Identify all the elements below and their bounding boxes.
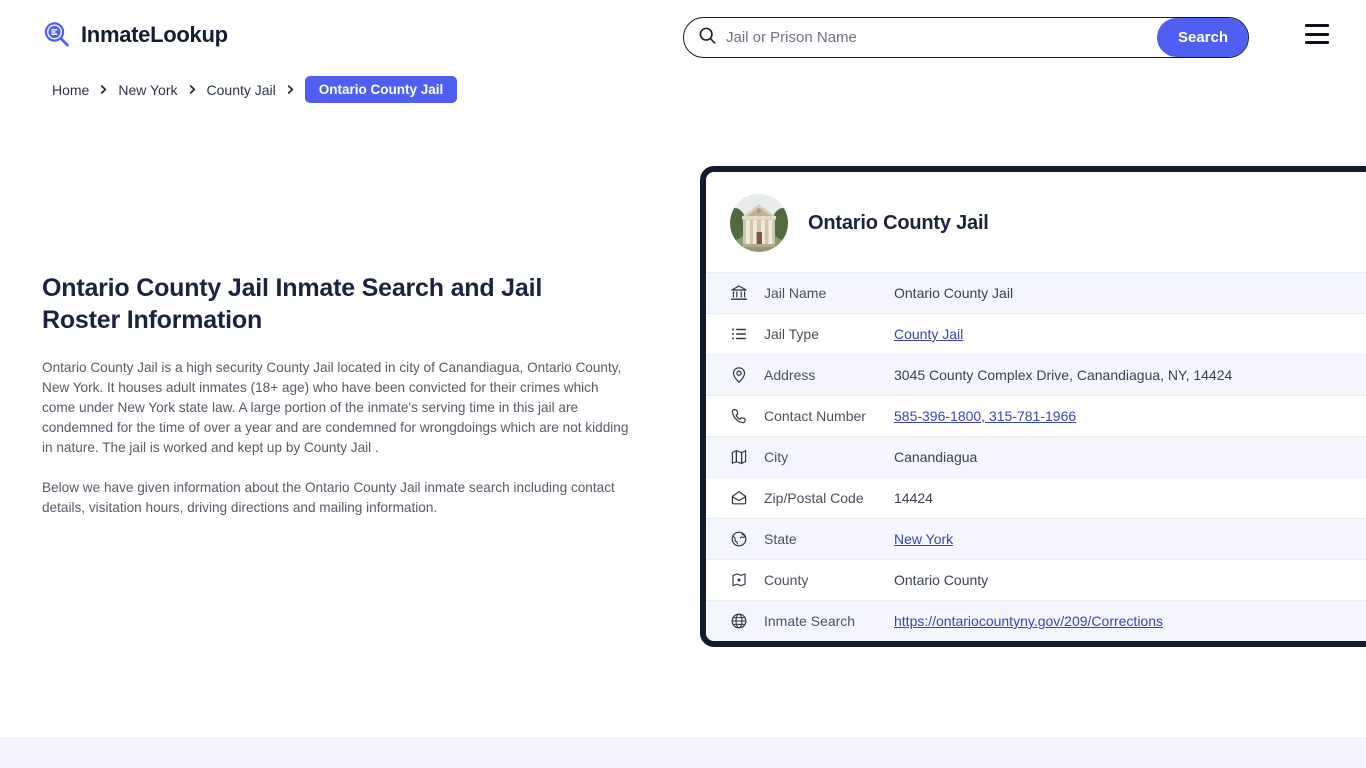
site-header: InmateLookup Search xyxy=(0,0,1366,72)
row-label: Jail Type xyxy=(764,326,819,342)
article-paragraph-1: Ontario County Jail is a high security C… xyxy=(42,360,629,455)
menu-bar-2 xyxy=(1305,32,1329,36)
row-value: County Jail xyxy=(894,326,1366,342)
row-label: State xyxy=(764,531,797,547)
row-value: New York xyxy=(894,531,1366,547)
jail-info-card-header: Ontario County Jail xyxy=(706,172,1366,272)
table-row: Zip/Postal Code 14424 xyxy=(706,477,1366,518)
row-label: County xyxy=(764,572,809,588)
contact-number-link[interactable]: 585-396-1800, 315-781-1966 xyxy=(894,408,1076,424)
globe-state-icon xyxy=(730,530,748,548)
row-value: https://ontariocountyny.gov/209/Correcti… xyxy=(894,613,1366,629)
jail-info-card: Ontario County Jail Jail Name Ontario Co… xyxy=(700,166,1366,647)
breadcrumb-item-new-york[interactable]: New York xyxy=(118,82,177,98)
magnifier-list-icon xyxy=(42,20,72,50)
row-value: Canandiagua xyxy=(894,449,978,465)
globe-icon xyxy=(730,612,748,630)
jail-type-link[interactable]: County Jail xyxy=(894,326,963,342)
breadcrumb: Home New York County Jail Ontario County… xyxy=(52,76,458,103)
row-value: 3045 County Complex Drive, Canandiagua, … xyxy=(894,367,1233,383)
table-row: Contact Number 585-396-1800, 315-781-196… xyxy=(706,395,1366,436)
list-icon xyxy=(730,325,748,343)
brand-logo[interactable]: InmateLookup xyxy=(42,20,228,50)
chevron-right-icon xyxy=(187,82,198,98)
search-button[interactable]: Search xyxy=(1157,18,1248,57)
row-label: Inmate Search xyxy=(764,613,856,629)
menu-bar-3 xyxy=(1305,41,1329,44)
table-row: City Canandiagua xyxy=(706,436,1366,477)
table-row: Jail Name Ontario County Jail xyxy=(706,272,1366,313)
chevron-right-icon xyxy=(98,82,109,98)
state-link[interactable]: New York xyxy=(894,531,953,547)
breadcrumb-item-home[interactable]: Home xyxy=(52,82,89,98)
row-label: Contact Number xyxy=(764,408,866,424)
map-icon xyxy=(730,448,748,466)
county-map-icon xyxy=(730,571,748,589)
jail-card-title: Ontario County Jail xyxy=(808,211,989,234)
hamburger-menu-icon[interactable] xyxy=(1305,24,1329,44)
phone-icon xyxy=(730,407,748,425)
article-column: Ontario County Jail Inmate Search and Ja… xyxy=(42,272,634,518)
article-paragraph-2: Below we have given information about th… xyxy=(42,480,615,515)
chevron-right-icon xyxy=(285,82,296,98)
row-label: Zip/Postal Code xyxy=(764,490,864,506)
table-row: Inmate Search https://ontariocountyny.go… xyxy=(706,600,1366,641)
footer-band xyxy=(0,737,1366,768)
envelope-icon xyxy=(730,489,748,507)
table-row: Address 3045 County Complex Drive, Canan… xyxy=(706,354,1366,395)
table-row: County Ontario County xyxy=(706,559,1366,600)
avatar xyxy=(730,194,788,252)
inmate-search-link[interactable]: https://ontariocountyny.gov/209/Correcti… xyxy=(894,613,1163,629)
breadcrumb-item-county-jail[interactable]: County Jail xyxy=(207,82,276,98)
search-icon xyxy=(698,26,717,50)
breadcrumb-current-page: Ontario County Jail xyxy=(304,76,458,103)
table-row: Jail Type County Jail xyxy=(706,313,1366,354)
bank-icon xyxy=(730,284,748,302)
page-root: InmateLookup Search Home New York xyxy=(0,0,1366,768)
table-row: State New York xyxy=(706,518,1366,559)
row-value: 585-396-1800, 315-781-1966 xyxy=(894,408,1366,424)
row-label: Address xyxy=(764,367,816,383)
brand-name: InmateLookup xyxy=(81,22,228,47)
row-value: Ontario County xyxy=(894,572,989,588)
map-pin-icon xyxy=(730,366,748,384)
row-value: 14424 xyxy=(894,490,933,506)
page-title: Ontario County Jail Inmate Search and Ja… xyxy=(42,274,543,334)
search-input[interactable] xyxy=(717,18,1157,57)
menu-bar-1 xyxy=(1305,24,1329,27)
row-value: Ontario County Jail xyxy=(894,285,1014,301)
row-label: City xyxy=(764,449,789,465)
search-bar[interactable]: Search xyxy=(683,17,1249,58)
row-label: Jail Name xyxy=(764,285,827,301)
